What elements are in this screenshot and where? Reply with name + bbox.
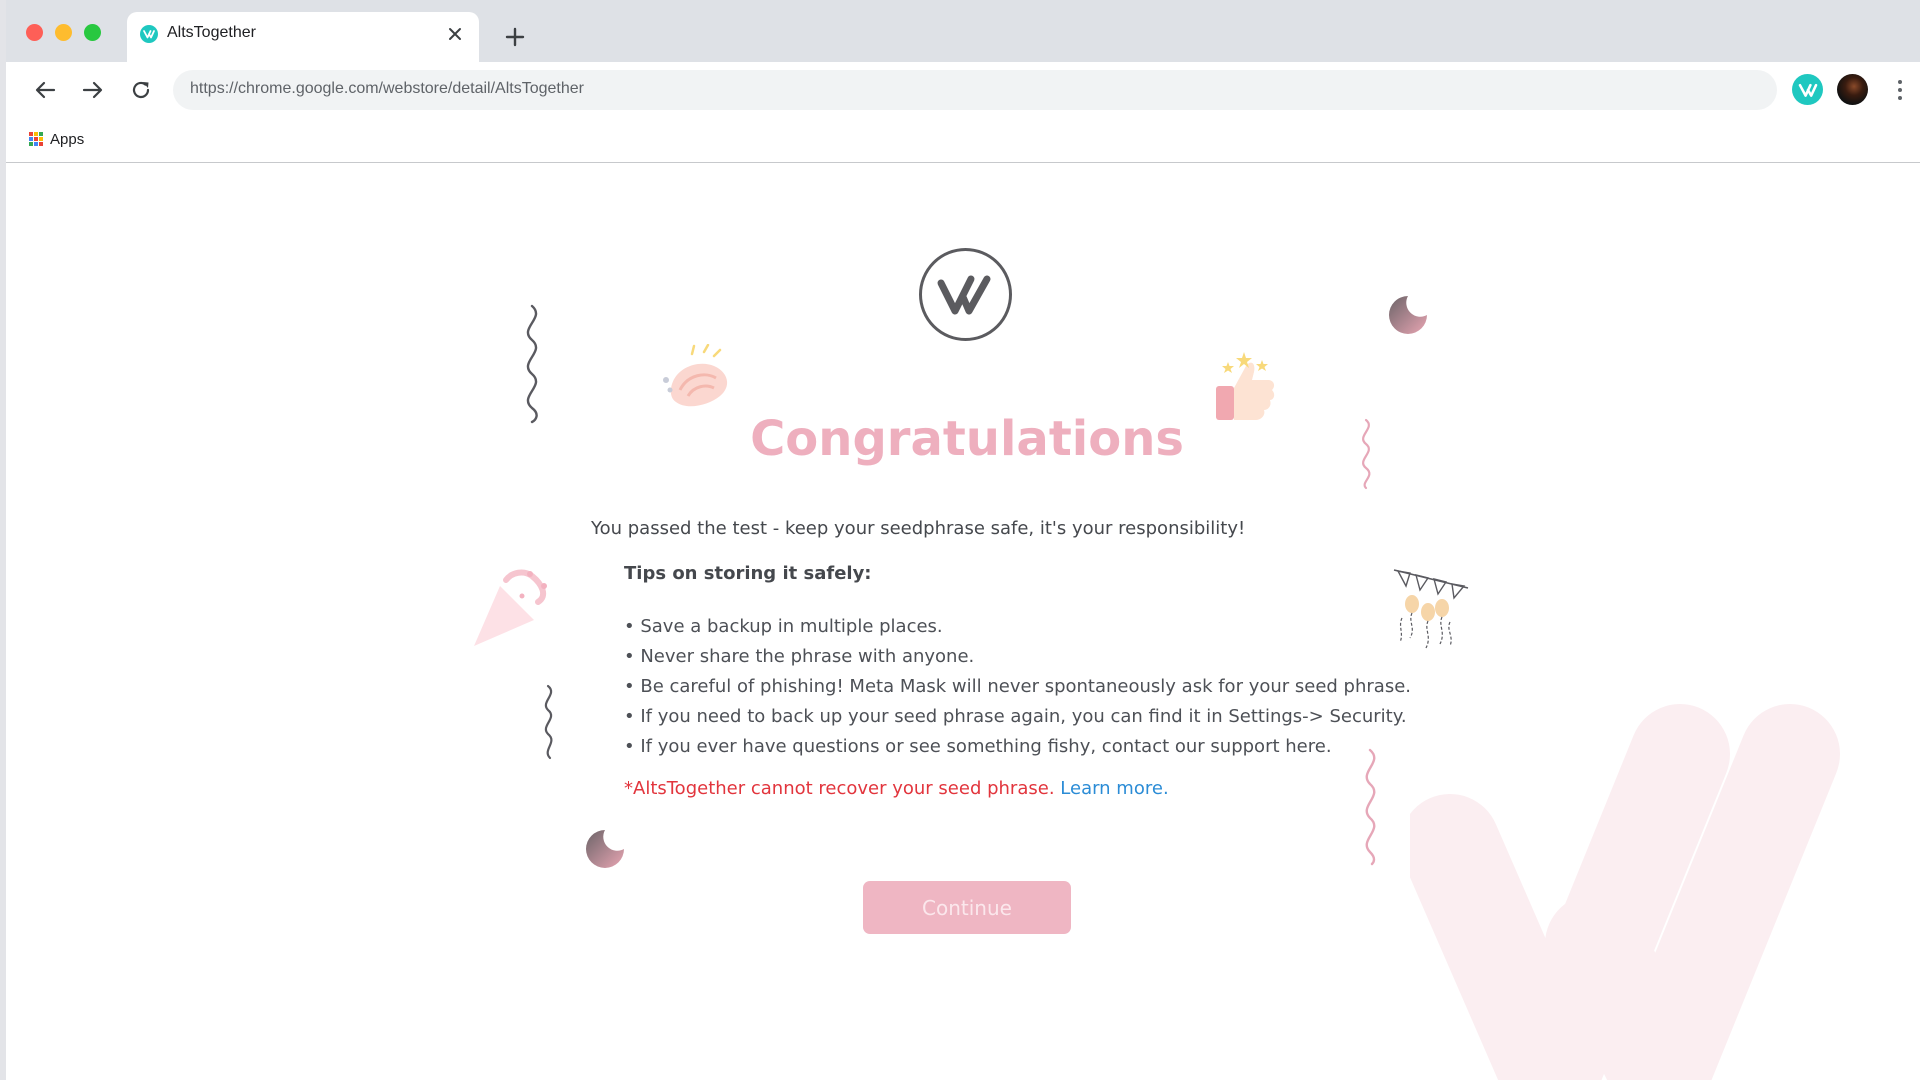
list-item: • If you ever have questions or see some… xyxy=(624,736,1332,757)
lead-text: You passed the test - keep your seedphra… xyxy=(591,518,1246,539)
moon-decoration xyxy=(586,830,624,868)
continue-button[interactable]: Continue xyxy=(863,881,1071,934)
tips-list: • Save a backup in multiple places. • Ne… xyxy=(624,612,1411,762)
recovery-warning: *AltsTogether cannot recover your seed p… xyxy=(624,778,1169,799)
tab-altstogether[interactable]: AltsTogether xyxy=(127,12,479,62)
clapping-hands-decoration xyxy=(663,344,728,407)
background-logo-mark xyxy=(1410,704,1840,1080)
more-vert-icon[interactable] xyxy=(1888,75,1912,105)
list-item: • Save a backup in multiple places. xyxy=(624,616,943,637)
forward-arrow-icon[interactable] xyxy=(79,76,107,104)
tab-strip: AltsTogether xyxy=(6,0,1920,62)
profile-avatar[interactable] xyxy=(1837,74,1868,105)
window-close-button[interactable] xyxy=(26,24,43,41)
address-bar[interactable] xyxy=(173,70,1777,110)
altstogether-extension-icon[interactable] xyxy=(1792,74,1823,105)
window-minimize-button[interactable] xyxy=(55,24,72,41)
bookmark-apps-label: Apps xyxy=(50,130,85,148)
altstogether-logo xyxy=(919,248,1012,341)
browser-toolbar xyxy=(6,62,1920,116)
tall-pink-squiggle-decoration xyxy=(1365,748,1376,866)
warning-text: *AltsTogether cannot recover your seed p… xyxy=(624,778,1055,799)
list-item: • If you need to back up your seed phras… xyxy=(624,706,1407,727)
page-content: Congratulations You passed the test - ke… xyxy=(12,164,1920,1080)
tips-heading: Tips on storing it safely: xyxy=(624,563,872,584)
altstogether-favicon-icon xyxy=(140,25,158,43)
apps-grid-icon xyxy=(29,132,43,146)
tab-title: AltsTogether xyxy=(167,24,256,41)
reload-icon[interactable] xyxy=(127,76,155,104)
party-popper-decoration xyxy=(474,569,547,646)
browser-window: AltsTogether https://chrome.google.com/w… xyxy=(0,0,1920,1080)
small-squiggle-decoration xyxy=(544,684,553,760)
back-arrow-icon[interactable] xyxy=(31,76,59,104)
list-item: • Never share the phrase with anyone. xyxy=(624,646,975,667)
plus-icon[interactable] xyxy=(502,24,528,50)
window-maximize-button[interactable] xyxy=(84,24,101,41)
bookmark-apps[interactable]: Apps xyxy=(29,127,84,151)
bookmarks-bar: Apps xyxy=(6,116,1920,163)
moon-decoration xyxy=(1389,296,1427,334)
url-input[interactable] xyxy=(190,80,1690,98)
close-icon[interactable] xyxy=(445,24,465,44)
squiggle-decoration xyxy=(526,304,538,424)
learn-more-link[interactable]: Learn more. xyxy=(1060,778,1168,799)
list-item: • Be careful of phishing! Meta Mask will… xyxy=(624,676,1411,697)
page-title: Congratulations xyxy=(750,411,1184,467)
